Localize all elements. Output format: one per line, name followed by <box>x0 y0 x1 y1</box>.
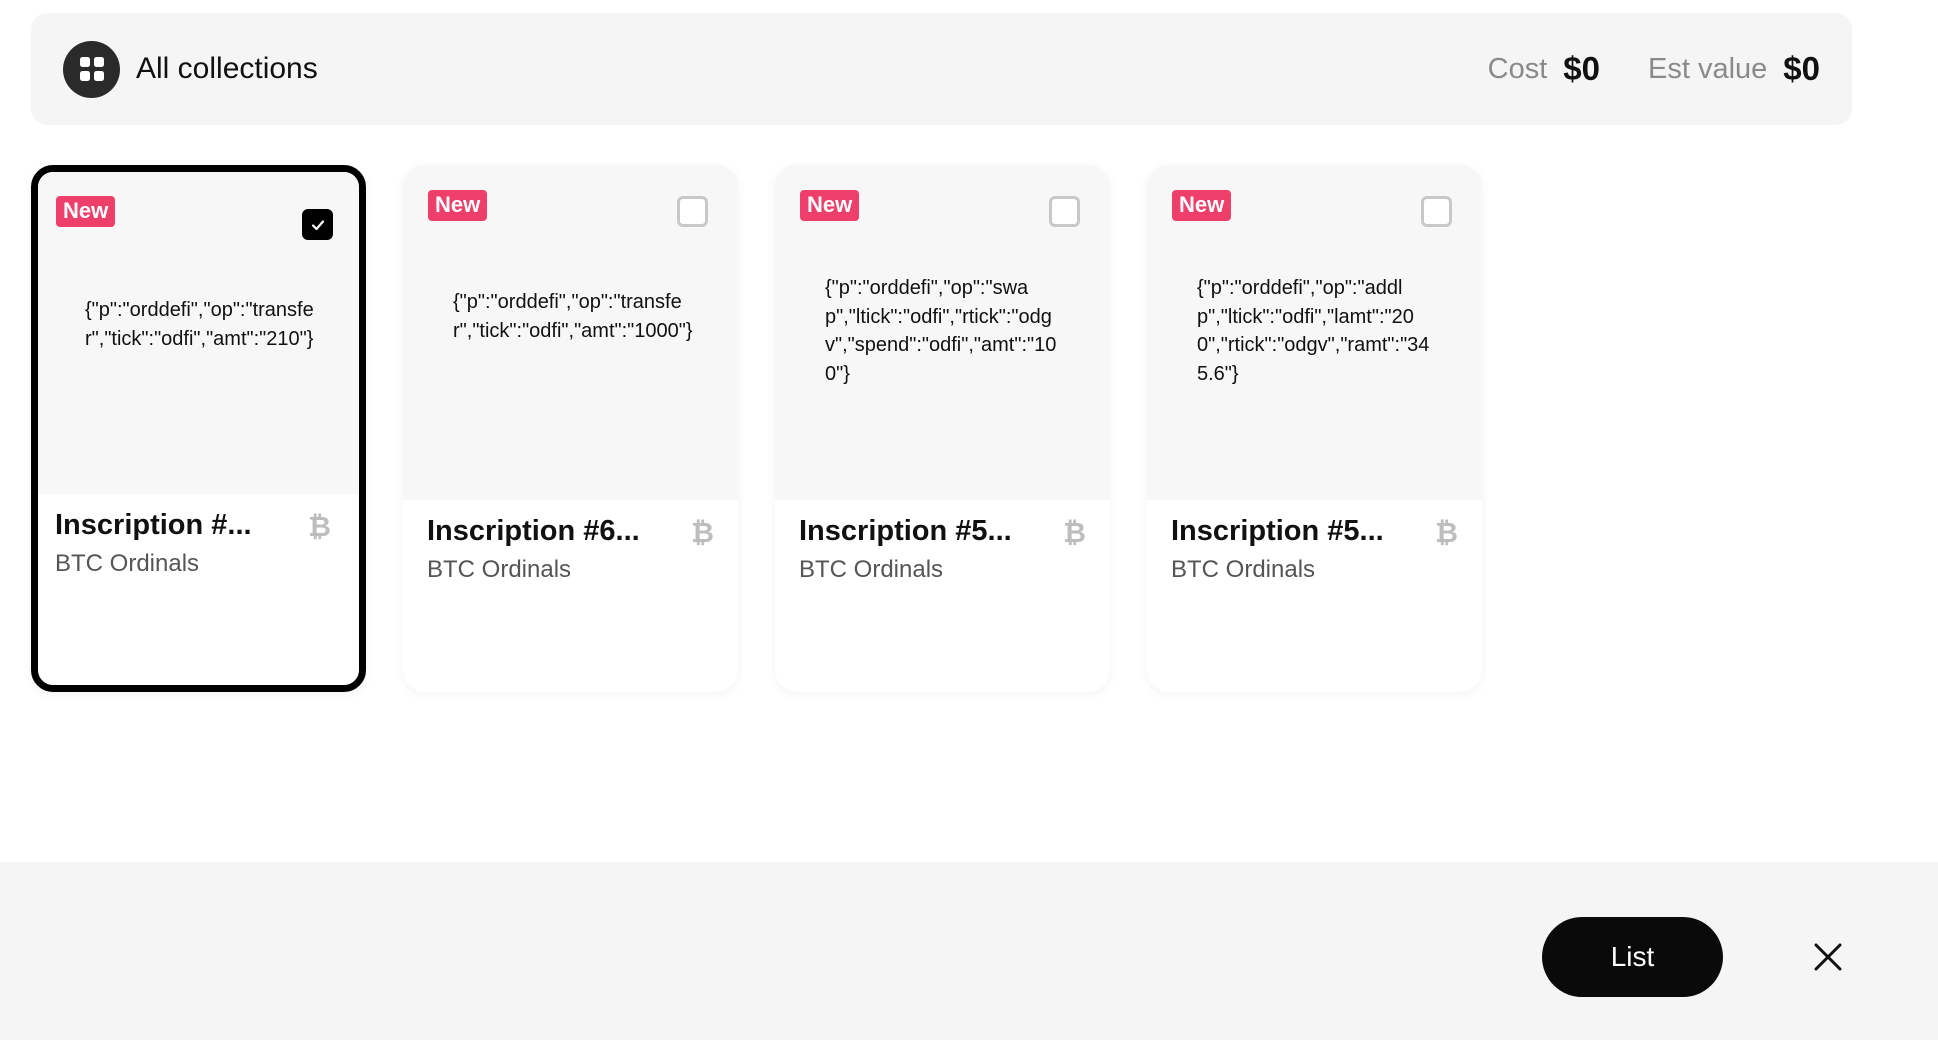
inscription-preview: New {"p":"orddefi","op":"transfer","tick… <box>403 165 738 500</box>
inscription-title: Inscription #5... <box>1171 515 1384 547</box>
new-badge: New <box>56 196 116 227</box>
select-checkbox[interactable] <box>1421 196 1452 227</box>
inscription-title: Inscription #6... <box>427 515 640 547</box>
card-info: Inscription #6... BTC Ordinals ₿ <box>427 515 718 584</box>
new-badge: New <box>800 190 860 221</box>
inscription-card[interactable]: New {"p":"orddefi","op":"transfer","tick… <box>403 165 738 692</box>
card-info: Inscription #... BTC Ordinals ₿ <box>55 509 339 578</box>
bitcoin-icon: ₿ <box>1435 517 1458 548</box>
inscription-preview: New {"p":"orddefi","op":"addlp","ltick":… <box>1147 165 1482 500</box>
est-value-label: Est value <box>1647 52 1768 85</box>
new-badge: New <box>428 190 488 221</box>
select-checkbox[interactable] <box>1049 196 1080 227</box>
inscription-content: {"p":"orddefi","op":"swap","ltick":"odfi… <box>825 277 1057 385</box>
action-bar: List <box>0 862 1938 1040</box>
collection-name: BTC Ordinals <box>799 556 944 583</box>
inscription-preview: New {"p":"orddefi","op":"swap","ltick":"… <box>775 165 1110 500</box>
select-checkbox[interactable] <box>302 209 333 240</box>
est-value: $0 <box>1783 50 1820 87</box>
list-button[interactable]: List <box>1542 917 1723 997</box>
collection-header: All collections Cost $0 Est value $0 <box>31 13 1852 125</box>
bitcoin-icon: ₿ <box>308 511 331 542</box>
inscription-content: {"p":"orddefi","op":"transfer","tick":"o… <box>85 299 314 350</box>
close-button[interactable] <box>1808 937 1848 977</box>
inscription-title: Inscription #... <box>55 509 252 541</box>
collection-name: BTC Ordinals <box>1171 556 1316 583</box>
inscription-content: {"p":"orddefi","op":"addlp","ltick":"odf… <box>1197 277 1430 385</box>
inscription-card[interactable]: New {"p":"orddefi","op":"swap","ltick":"… <box>775 165 1110 692</box>
select-checkbox[interactable] <box>677 196 708 227</box>
new-badge: New <box>1172 190 1232 221</box>
card-info: Inscription #5... BTC Ordinals ₿ <box>1171 515 1462 584</box>
page-title: All collections <box>136 52 318 85</box>
check-icon <box>311 219 324 230</box>
bitcoin-icon: ₿ <box>1063 517 1086 548</box>
inscription-content: {"p":"orddefi","op":"transfer","tick":"o… <box>453 291 693 342</box>
bitcoin-icon: ₿ <box>691 517 714 548</box>
page: All collections Cost $0 Est value $0 New… <box>0 0 1938 1040</box>
cost-label: Cost <box>1487 52 1548 85</box>
inscription-title: Inscription #5... <box>799 515 1012 547</box>
grid-icon <box>63 40 120 98</box>
cost-value: $0 <box>1563 50 1600 87</box>
inscription-card[interactable]: New {"p":"orddefi","op":"transfer","tick… <box>31 165 366 692</box>
inscription-preview: New {"p":"orddefi","op":"transfer","tick… <box>38 172 359 494</box>
card-info: Inscription #5... BTC Ordinals ₿ <box>799 515 1090 584</box>
collection-name: BTC Ordinals <box>427 556 572 583</box>
close-icon <box>1814 943 1842 971</box>
inscription-card[interactable]: New {"p":"orddefi","op":"addlp","ltick":… <box>1147 165 1482 692</box>
collection-name: BTC Ordinals <box>55 550 200 577</box>
